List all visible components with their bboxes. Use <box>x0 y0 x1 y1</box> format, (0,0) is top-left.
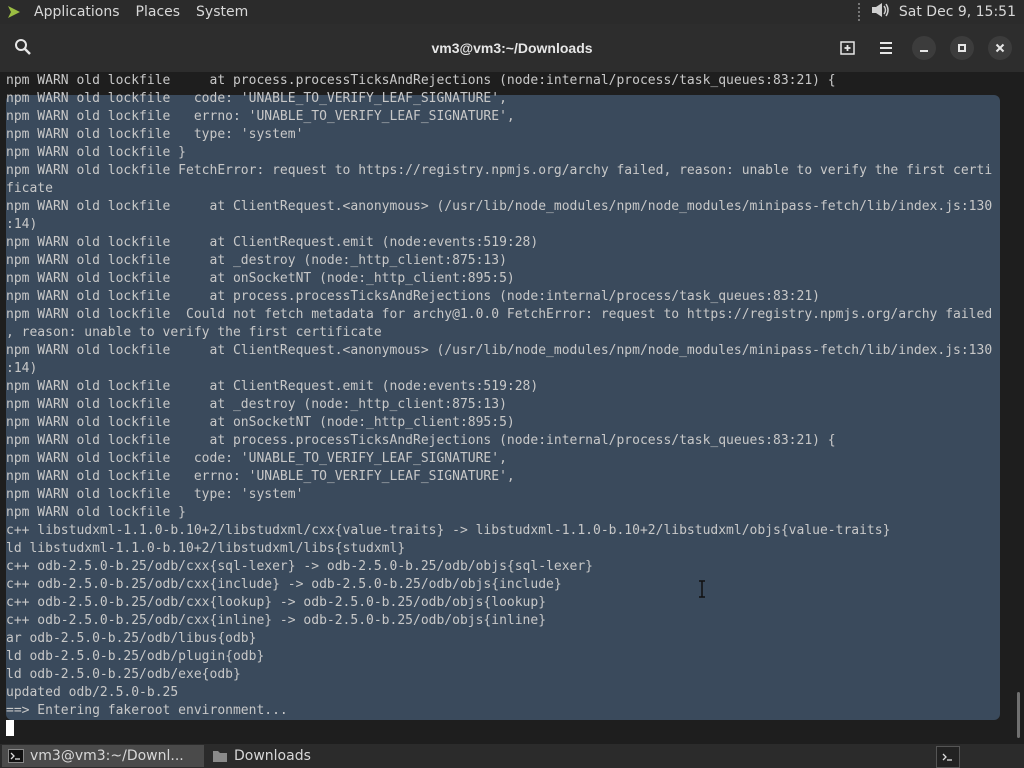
ibeam-cursor-icon <box>697 580 707 602</box>
terminal-line: npm WARN old lockfile code: 'UNABLE_TO_V… <box>6 91 507 106</box>
terminal-line: :14) <box>6 361 38 376</box>
menu-applications[interactable]: Applications <box>30 0 128 24</box>
terminal-line: npm WARN old lockfile at ClientRequest.<… <box>6 199 993 214</box>
terminal-line: npm WARN old lockfile at process.process… <box>6 73 836 88</box>
panel-tray: Sat Dec 9, 15:51 <box>855 0 1016 24</box>
close-button[interactable] <box>988 36 1012 60</box>
terminal-line: npm WARN old lockfile at onSocketNT (nod… <box>6 415 515 430</box>
terminal-line: npm WARN old lockfile errno: 'UNABLE_TO_… <box>6 469 515 484</box>
terminal-line: npm WARN old lockfile at _destroy (node:… <box>6 253 507 268</box>
terminal-line: ld odb-2.5.0-b.25/odb/exe{odb} <box>6 667 241 682</box>
menu-system[interactable]: System <box>188 0 256 24</box>
terminal-cursor <box>6 720 14 736</box>
terminal-line: npm WARN old lockfile } <box>6 505 187 520</box>
terminal-line: c++ odb-2.5.0-b.25/odb/cxx{sql-lexer} ->… <box>6 559 593 574</box>
terminal-line: ar odb-2.5.0-b.25/odb/libus{odb} <box>6 631 257 646</box>
terminal-line: npm WARN old lockfile errno: 'UNABLE_TO_… <box>6 109 515 124</box>
terminal-line: npm WARN old lockfile at ClientRequest.e… <box>6 379 539 394</box>
task-label: Downloads <box>234 748 311 764</box>
terminal-line: npm WARN old lockfile at process.process… <box>6 433 836 448</box>
terminal-output[interactable]: npm WARN old lockfile at process.process… <box>6 72 1016 720</box>
clock[interactable]: Sat Dec 9, 15:51 <box>899 4 1016 20</box>
terminal-line: updated odb/2.5.0-b.25 <box>6 685 179 700</box>
terminal-line: c++ odb-2.5.0-b.25/odb/cxx{lookup} -> od… <box>6 595 547 610</box>
window-title: vm3@vm3:~/Downloads <box>431 40 593 56</box>
terminal-line: npm WARN old lockfile type: 'system' <box>6 127 304 142</box>
maximize-icon <box>958 44 966 52</box>
terminal-tray-icon[interactable] <box>936 746 960 768</box>
terminal-line: npm WARN old lockfile at _destroy (node:… <box>6 397 507 412</box>
maximize-button[interactable] <box>950 36 974 60</box>
volume-icon[interactable] <box>871 1 891 23</box>
minimize-icon <box>920 50 928 52</box>
terminal-line: npm WARN old lockfile } <box>6 145 187 160</box>
terminal-line: npm WARN old lockfile at process.process… <box>6 289 820 304</box>
minimize-button[interactable] <box>912 36 936 60</box>
terminal-line: npm WARN old lockfile at ClientRequest.<… <box>6 343 993 358</box>
terminal-line: c++ libstudxml-1.1.0-b.10+2/libstudxml/c… <box>6 523 891 538</box>
terminal-line: npm WARN old lockfile FetchError: reques… <box>6 163 993 178</box>
window-titlebar: vm3@vm3:~/Downloads <box>0 24 1024 73</box>
terminal-line: ld libstudxml-1.1.0-b.10+2/libstudxml/li… <box>6 541 406 556</box>
top-panel: Applications Places System Sat Dec 9, 15… <box>0 0 1024 24</box>
terminal-line: :14) <box>6 217 38 232</box>
terminal-line: npm WARN old lockfile Could not fetch me… <box>6 307 993 322</box>
terminal-view[interactable]: npm WARN old lockfile at process.process… <box>0 72 1024 744</box>
scrollbar-thumb[interactable] <box>1017 692 1020 738</box>
terminal-line: npm WARN old lockfile code: 'UNABLE_TO_V… <box>6 451 507 466</box>
new-tab-icon[interactable] <box>836 36 860 60</box>
terminal-line: , reason: unable to verify the first cer… <box>6 325 382 340</box>
terminal-line: ld odb-2.5.0-b.25/odb/plugin{odb} <box>6 649 265 664</box>
task-label: vm3@vm3:~/Downl... <box>30 748 184 764</box>
panel-separator <box>855 3 863 21</box>
search-icon[interactable] <box>14 38 32 60</box>
terminal-icon <box>8 748 24 764</box>
terminal-line: c++ odb-2.5.0-b.25/odb/cxx{inline} -> od… <box>6 613 547 628</box>
menu-places[interactable]: Places <box>128 0 189 24</box>
terminal-line: ficate <box>6 181 53 196</box>
close-icon <box>995 43 1005 53</box>
task-downloads[interactable]: Downloads <box>206 745 408 767</box>
terminal-line: npm WARN old lockfile at ClientRequest.e… <box>6 235 539 250</box>
folder-icon <box>212 748 228 764</box>
hamburger-menu-icon[interactable] <box>874 36 898 60</box>
terminal-line: npm WARN old lockfile at onSocketNT (nod… <box>6 271 515 286</box>
bottom-taskbar: vm3@vm3:~/Downl... Downloads <box>0 744 1024 768</box>
terminal-line: npm WARN old lockfile type: 'system' <box>6 487 304 502</box>
arch-logo-icon[interactable] <box>6 4 22 20</box>
terminal-line: ==> Entering fakeroot environment... <box>6 703 288 718</box>
task-terminal[interactable]: vm3@vm3:~/Downl... <box>2 745 204 767</box>
terminal-line: c++ odb-2.5.0-b.25/odb/cxx{include} -> o… <box>6 577 562 592</box>
